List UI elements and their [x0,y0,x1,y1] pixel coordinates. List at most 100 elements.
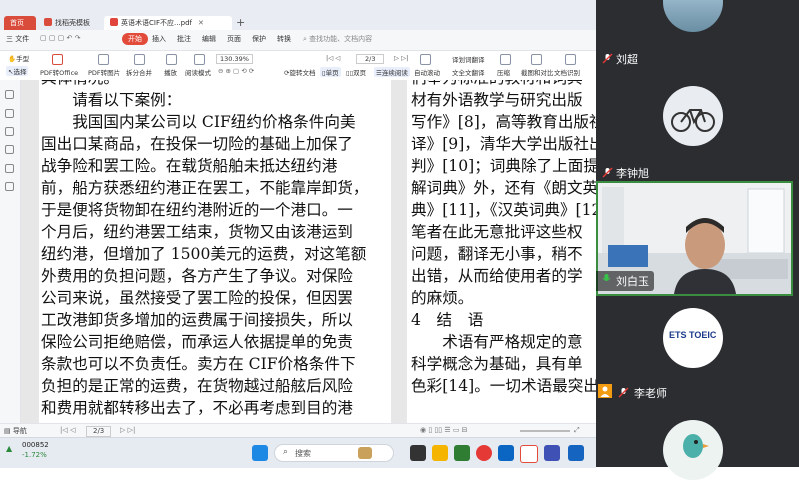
wps-icon[interactable] [520,445,538,463]
taskbar-search[interactable]: ⌕ 搜索 [274,444,394,462]
read-mode-button[interactable]: 阅读模式 [185,67,211,77]
avatar[interactable]: ETS TOEIC [663,308,723,368]
menu-protect[interactable]: 保护 [252,34,266,44]
mic-muted-icon [602,167,613,178]
text-line: 判》[10]；词典除了上面提 [411,157,596,175]
play-icon [166,54,177,65]
bird-icon [683,434,709,458]
text-line: 我国国内某公司以 CIF纽约价格条件向美 [41,113,356,131]
menu-insert[interactable]: 插入 [152,34,166,44]
zoom-select[interactable]: 130.39% [216,54,253,64]
meeting-app-icon[interactable] [544,445,560,461]
page-nav-controls[interactable]: |◁ ◁ [326,54,340,62]
layers-icon[interactable] [5,182,14,191]
status-page-next[interactable]: ▷ ▷| [120,426,135,434]
page-number-input[interactable]: 2/3 [356,54,385,64]
zoom-slider[interactable] [520,430,570,432]
attachment-icon[interactable] [5,164,14,173]
participant-name: 李老师 [634,387,667,400]
text-line: 出错，从而给使用者的学 [411,267,583,285]
stock-code[interactable]: 000852 [22,441,49,449]
double-page-label: 双页 [353,69,367,77]
text-line: 工改港卸货多增加的运费属于间接损失，所以 [41,311,353,329]
avatar[interactable] [663,86,723,146]
nav-icon: ▤ [4,427,13,435]
file-explorer-icon[interactable] [432,445,448,461]
avatar[interactable] [663,0,723,32]
text-line: 请看以下案例： [41,91,182,109]
text-line: 笔者在此无意批评这些权 [411,223,583,241]
rotate-label: 旋转文档 [289,69,316,77]
menu-edit[interactable]: 编辑 [202,34,216,44]
wechat-icon[interactable] [454,445,470,461]
text-line: 科学概念为基础，具有单 [411,355,583,373]
text-line: 写作》[8]，高等教育出版社 [411,113,596,131]
tab-document[interactable]: 英语术语CIF不应...pdf ✕ [104,16,232,30]
menu-page[interactable]: 页面 [227,34,241,44]
play-button[interactable]: 播放 [164,67,177,77]
search-input[interactable]: ⌕ 查找功能、文档内容 [303,34,372,44]
close-icon[interactable]: ✕ [198,19,204,27]
menu-comment[interactable]: 批注 [177,34,191,44]
compress-button[interactable]: 压缩 [497,67,510,77]
ocr-button[interactable]: 文档识别 [554,67,580,77]
hand-tool[interactable]: ✋手型 [8,53,29,63]
double-page-button[interactable]: ▯▯双页 [346,67,366,77]
text-line: 外费用的负担问题，各方产生了争议。对保险 [41,267,353,285]
screenshot-compare-button[interactable]: 截图和对比 [521,67,554,77]
page-next-controls[interactable]: ▷ ▷| [394,54,408,62]
windows-start-icon[interactable] [252,445,268,461]
status-page-controls[interactable]: |◁ ◁ [60,426,75,434]
single-page-label: 单页 [325,69,339,77]
text-line: 战争险和罢工险。在载货船舶未抵达纽约港 [41,157,338,175]
menu-row: 三 文件 ▢ ▢ ▢ ↶ ↷ 开始 插入 批注 编辑 页面 保护 转换 ⌕ 查找… [0,30,596,51]
fullscreen-icon[interactable]: ⤢ [574,426,580,435]
word-translate-button[interactable]: 译划词翻译 [452,54,485,64]
browser-icon[interactable] [568,445,584,461]
select-tool[interactable]: ↖选择 [6,66,29,76]
chrome-icon[interactable] [476,445,492,461]
single-page-button[interactable]: ▯单页 [320,67,341,77]
tab-find-template[interactable]: 找稻壳模板 [38,16,102,30]
new-tab-button[interactable]: + [236,16,245,30]
text-line: 负担的是正常的运费，在货物越过船舷后风险 [41,377,353,395]
app-icon[interactable] [498,445,514,461]
bicycle-icon [671,109,715,132]
stock-change: -1.72% [22,451,47,459]
hand-tool-label: 手型 [16,55,30,63]
quick-access-icons[interactable]: ▢ ▢ ▢ ↶ ↷ [40,34,80,42]
avatar[interactable] [663,420,723,480]
participant-name: 刘超 [616,53,638,66]
rotate-button[interactable]: ⟳旋转文档 [284,67,315,77]
menu-convert[interactable]: 转换 [277,34,291,44]
tab-home[interactable]: 首页 [4,16,36,30]
left-sidebar [0,80,21,423]
status-page-input[interactable]: 2/3 [86,426,112,437]
menu-start[interactable]: 开始 [122,33,148,45]
pdf-page-left: 具体情况。 请看以下案例： 我国国内某公司以 CIF纽约价格条件向美国出口某商品… [39,80,391,423]
text-line: 个月后，纽约港罢工结束，货物又由该港运到 [41,223,353,241]
view-mode-icons[interactable]: ◉ ▯ ▯▯ ☰ ▭ ⊟ [420,426,468,434]
document-viewer[interactable]: 具体情况。 请看以下案例： 我国国内某公司以 CIF纽约价格条件向美国出口某商品… [21,80,596,423]
auto-scroll-button[interactable]: 自动滚动 [414,67,440,77]
search-panel-icon[interactable] [5,145,14,154]
thumbnail-icon[interactable] [5,109,14,118]
split-merge-button[interactable]: 拆分合并 [126,67,152,77]
zoom-controls[interactable]: ⊖ ⊕ ▢ ⟲ ⟳ [218,67,254,75]
bookmark-icon[interactable] [5,90,14,99]
nav-button[interactable]: ▤ 导航 [4,426,27,436]
file-menu[interactable]: 三 文件 [6,34,29,44]
hand-icon: ✋ [8,55,17,63]
participant-name: 李钟旭 [616,167,649,180]
pdf-to-office-button[interactable]: PDF转Office [40,67,78,77]
text-line: 译》[9]，清华大学出版社出 [411,135,596,153]
comment-icon[interactable] [5,127,14,136]
search-highlight-icon [358,447,372,459]
screenshot-compare-icon [531,54,542,65]
pdf-to-image-button[interactable]: PDF转图片 [88,67,120,77]
task-view-icon[interactable] [410,445,426,461]
mic-muted-icon [618,387,629,398]
text-line: 于是便将货物卸在纽约港附近的一个港口。一 [41,201,353,219]
continuous-read-button[interactable]: ☰连续阅读 [374,67,410,77]
full-translate-button[interactable]: 文全文翻译 [452,67,485,77]
